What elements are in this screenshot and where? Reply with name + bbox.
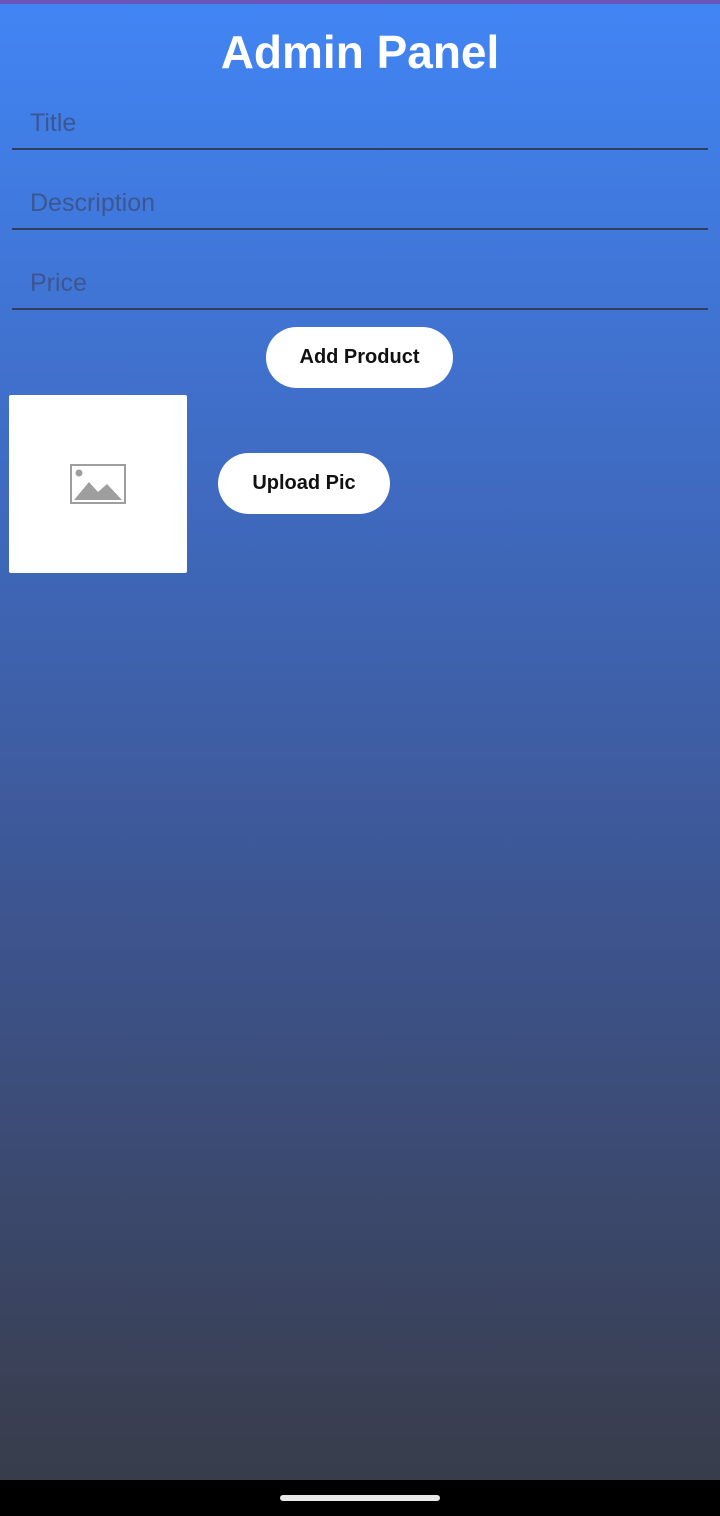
add-product-button[interactable]: Add Product [266, 327, 453, 388]
price-input[interactable] [12, 258, 708, 310]
admin-panel-screen: Admin Panel Add Product Upload Pic [0, 0, 720, 1516]
system-nav-bar [0, 1480, 720, 1516]
title-input[interactable] [12, 98, 708, 150]
description-input[interactable] [12, 178, 708, 230]
status-strip [0, 0, 720, 4]
image-placeholder-icon [70, 464, 126, 504]
upload-pic-label: Upload Pic [252, 472, 356, 494]
add-product-label: Add Product [299, 346, 420, 368]
page-title: Admin Panel [220, 26, 500, 78]
upload-pic-button[interactable]: Upload Pic [218, 453, 390, 514]
product-image-preview [9, 395, 187, 573]
home-indicator[interactable] [280, 1495, 440, 1501]
